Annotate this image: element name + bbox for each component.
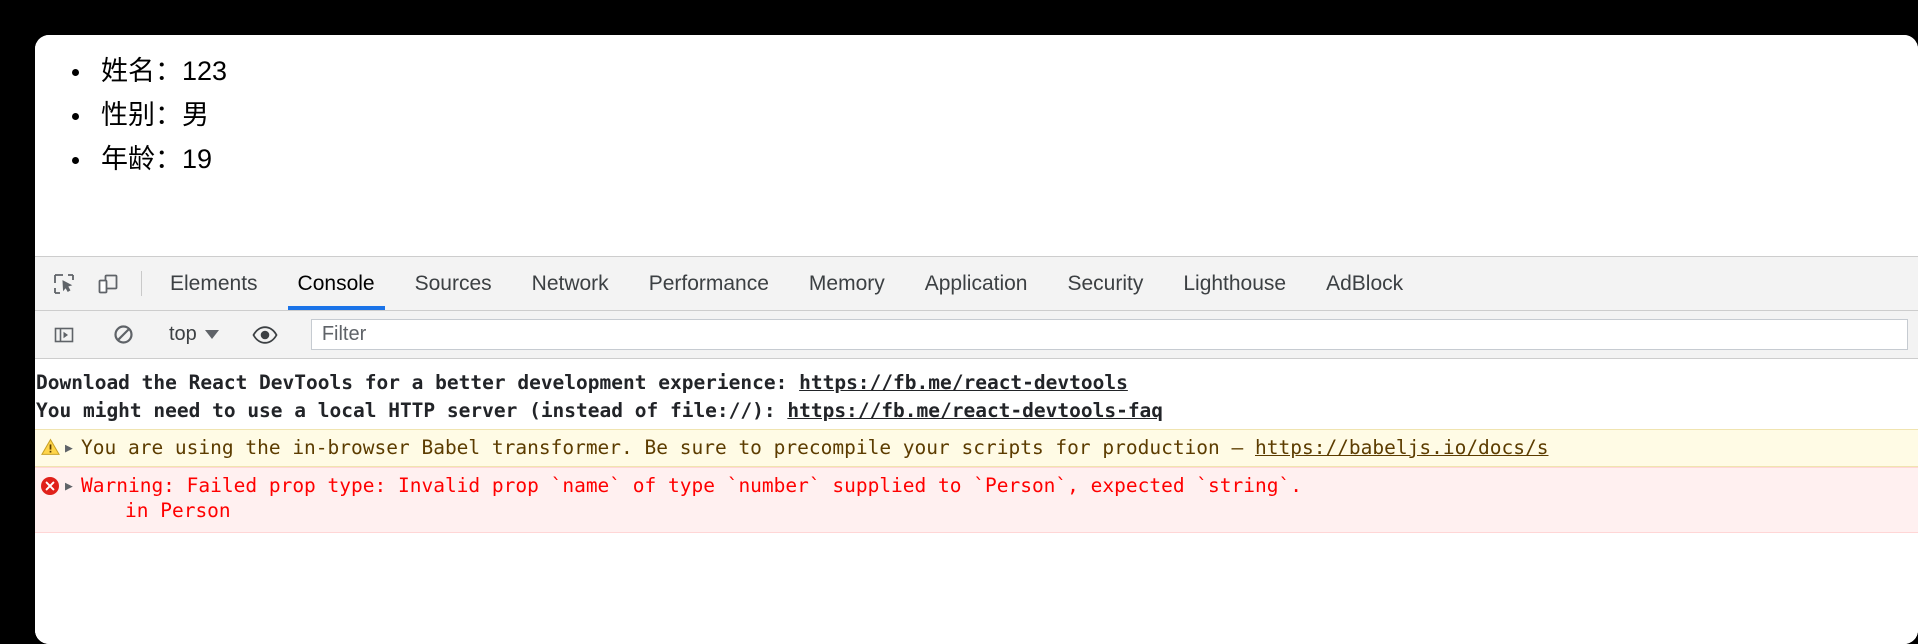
devtools-tabs: Elements Console Sources Network Perform… bbox=[150, 257, 1423, 310]
tab-label: Performance bbox=[648, 271, 769, 295]
inspect-element-icon[interactable] bbox=[45, 265, 83, 303]
tab-label: Lighthouse bbox=[1183, 271, 1287, 295]
device-toolbar-icon[interactable] bbox=[89, 265, 127, 303]
console-toolbar: top bbox=[35, 311, 1918, 359]
error-main-line: Warning: Failed prop type: Invalid prop … bbox=[81, 474, 1302, 497]
tab-memory[interactable]: Memory bbox=[789, 257, 905, 310]
live-expression-eye-icon[interactable] bbox=[246, 316, 284, 354]
tab-label: Console bbox=[297, 271, 375, 295]
tab-network[interactable]: Network bbox=[512, 257, 629, 310]
execution-context-label: top bbox=[169, 323, 197, 345]
tab-label: Application bbox=[924, 271, 1028, 295]
tab-label: Network bbox=[531, 271, 609, 295]
warning-triangle-icon bbox=[35, 435, 65, 456]
expand-triangle-icon[interactable]: ▶ bbox=[65, 435, 81, 461]
console-message-list: Download the React DevTools for a better… bbox=[35, 359, 1918, 644]
console-message-line: You might need to use a local HTTP serve… bbox=[36, 397, 1918, 425]
chevron-down-icon bbox=[204, 330, 219, 339]
tab-console[interactable]: Console bbox=[278, 257, 395, 310]
message-text: You might need to use a local HTTP serve… bbox=[36, 399, 788, 422]
tab-label: Elements bbox=[170, 271, 258, 295]
list-item: 性别：男 bbox=[93, 93, 1918, 137]
filter-input[interactable] bbox=[310, 319, 1908, 350]
error-circle-icon bbox=[35, 473, 65, 496]
tab-label: Sources bbox=[414, 271, 492, 295]
console-message-text: Download the React DevTools for a better… bbox=[35, 361, 1918, 427]
tab-lighthouse[interactable]: Lighthouse bbox=[1163, 257, 1306, 310]
console-message-text: Warning: Failed prop type: Invalid prop … bbox=[81, 473, 1918, 523]
list-item: 姓名：123 bbox=[93, 49, 1918, 93]
react-devtools-link[interactable]: https://fb.me/react-devtools bbox=[799, 371, 1128, 394]
list-item: 年龄：19 bbox=[93, 137, 1918, 181]
tab-security[interactable]: Security bbox=[1047, 257, 1163, 310]
console-message-info[interactable]: Download the React DevTools for a better… bbox=[35, 359, 1918, 429]
expand-triangle-icon[interactable]: ▶ bbox=[65, 473, 81, 499]
console-message-warning[interactable]: ▶ You are using the in-browser Babel tra… bbox=[35, 429, 1918, 467]
browser-window: 姓名：123 性别：男 年龄：19 bbox=[35, 35, 1918, 644]
tab-application[interactable]: Application bbox=[905, 257, 1048, 310]
react-devtools-faq-link[interactable]: https://fb.me/react-devtools-faq bbox=[787, 399, 1163, 422]
error-stack-line: in Person bbox=[125, 499, 231, 522]
page-viewport: 姓名：123 性别：男 年龄：19 bbox=[35, 35, 1918, 256]
babel-docs-link[interactable]: https://babeljs.io/docs/s bbox=[1255, 436, 1549, 459]
console-message-line: Download the React DevTools for a better… bbox=[36, 369, 1918, 397]
tab-adblock[interactable]: AdBlock bbox=[1306, 257, 1423, 310]
tab-sources[interactable]: Sources bbox=[395, 257, 512, 310]
tab-performance[interactable]: Performance bbox=[629, 257, 789, 310]
message-text: You are using the in-browser Babel trans… bbox=[81, 436, 1255, 459]
console-message-error[interactable]: ▶ Warning: Failed prop type: Invalid pro… bbox=[35, 467, 1918, 533]
tab-label: Memory bbox=[808, 271, 885, 295]
devtools-panel: Elements Console Sources Network Perform… bbox=[35, 256, 1918, 644]
tab-label: AdBlock bbox=[1326, 271, 1404, 295]
execution-context-selector[interactable]: top bbox=[163, 321, 225, 348]
message-text: Download the React DevTools for a better… bbox=[36, 371, 800, 394]
clear-console-icon[interactable] bbox=[104, 316, 142, 354]
console-message-text: You are using the in-browser Babel trans… bbox=[81, 435, 1918, 460]
tabbar-divider bbox=[141, 271, 142, 296]
devtools-tabbar: Elements Console Sources Network Perform… bbox=[35, 256, 1918, 311]
tab-label: Security bbox=[1067, 271, 1144, 295]
show-console-sidebar-icon[interactable] bbox=[45, 316, 83, 354]
devtools-tool-icons bbox=[35, 257, 133, 310]
person-info-list: 姓名：123 性别：男 年龄：19 bbox=[35, 35, 1918, 181]
tab-elements[interactable]: Elements bbox=[150, 257, 278, 310]
